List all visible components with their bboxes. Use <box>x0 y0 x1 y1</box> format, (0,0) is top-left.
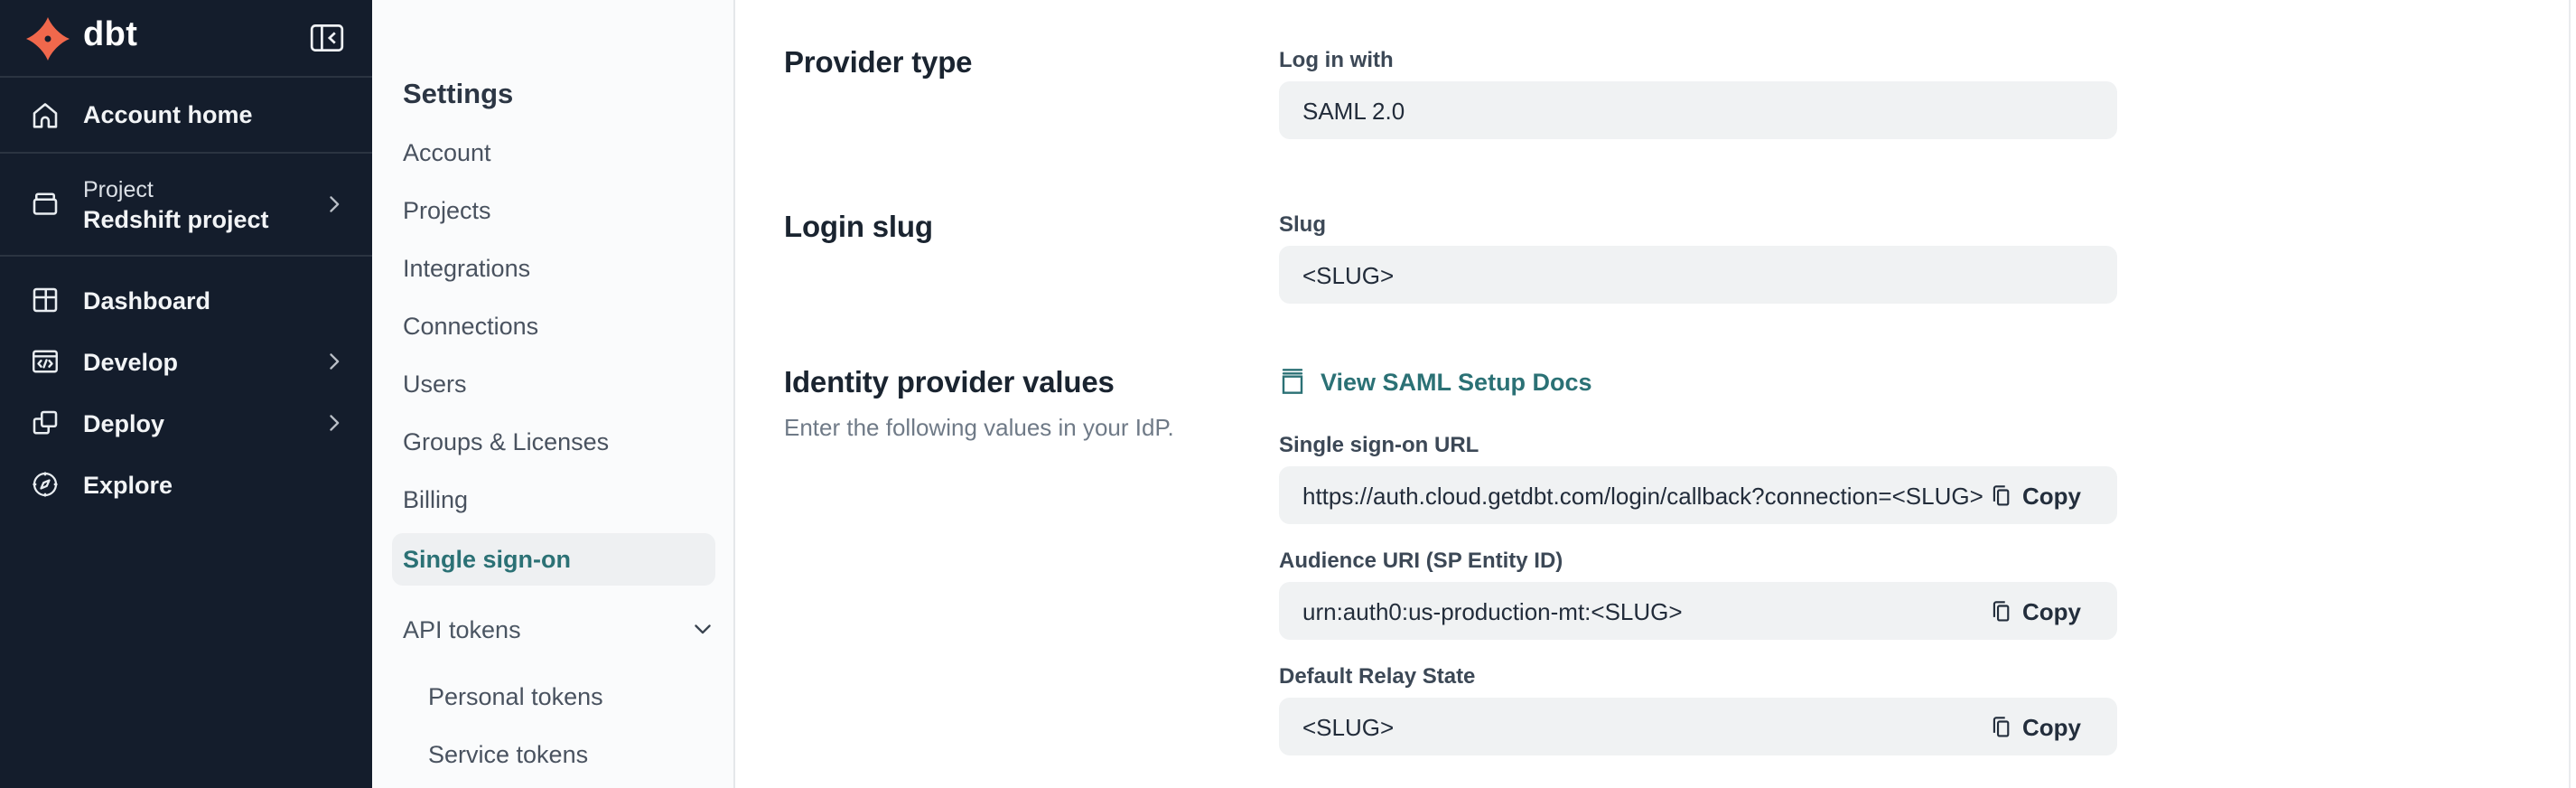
dbt-logo-mark-icon <box>25 15 70 61</box>
api-tokens-label: API tokens <box>403 615 521 643</box>
dbt-logo-word: dbt <box>83 16 137 56</box>
api-tokens-submenu: Personal tokens Service tokens <box>403 658 715 784</box>
settings-item-billing[interactable]: Billing <box>403 472 715 530</box>
field-label: Single sign-on URL <box>1279 432 2117 457</box>
field-label: Slug <box>1279 211 2117 237</box>
default-relay-state-input[interactable]: <SLUG> Copy <box>1279 698 2117 755</box>
copy-label: Copy <box>2022 713 2081 740</box>
field-value: <SLUG> <box>1302 261 2094 288</box>
sidebar-item-label: Account home <box>83 101 253 128</box>
sso-url-field-group: Single sign-on URL https://auth.cloud.ge… <box>1279 432 2117 524</box>
login-with-input[interactable]: SAML 2.0 <box>1279 81 2117 139</box>
field-label: Default Relay State <box>1279 663 2117 689</box>
sidebar-item-account-home[interactable]: Account home <box>0 78 372 154</box>
dashboard-icon <box>29 284 61 316</box>
project-text: Project Redshift project <box>83 176 300 232</box>
settings-title: Settings <box>403 80 715 125</box>
settings-item-api-tokens[interactable]: API tokens <box>403 600 715 658</box>
audience-uri-field-group: Audience URI (SP Entity ID) urn:auth0:us… <box>1279 548 2117 640</box>
settings-item-integrations[interactable]: Integrations <box>403 240 715 298</box>
login-with-field-group: Log in with SAML 2.0 <box>1279 47 2117 139</box>
chevron-down-icon <box>690 616 715 642</box>
app-sidebar: dbt Account home <box>0 0 372 788</box>
chevron-right-icon <box>322 410 347 436</box>
page: dbt Account home <box>0 0 2576 788</box>
project-kicker: Project <box>83 176 300 202</box>
settings-item-service-tokens[interactable]: Service tokens <box>428 727 715 784</box>
sidebar-item-label: Develop <box>83 348 300 375</box>
audience-uri-input[interactable]: urn:auth0:us-production-mt:<SLUG> Copy <box>1279 582 2117 640</box>
docs-icon <box>1279 367 1306 396</box>
settings-item-single-sign-on[interactable]: Single sign-on <box>403 530 715 587</box>
sidebar-item-project[interactable]: Project Redshift project <box>0 154 372 257</box>
settings-item-projects[interactable]: Projects <box>403 183 715 240</box>
copy-button[interactable]: Copy <box>1988 597 2094 624</box>
chevron-right-icon <box>322 349 347 374</box>
sidebar-header: dbt <box>0 0 372 78</box>
copy-icon <box>1988 713 2011 740</box>
section-heading: Provider type <box>784 47 1243 81</box>
field-label: Audience URI (SP Entity ID) <box>1279 548 2117 573</box>
sidebar-item-label: Explore <box>83 471 347 498</box>
sidebar-menu: Dashboard Develop <box>0 257 372 515</box>
sidebar-item-label: Dashboard <box>83 286 347 314</box>
field-value: SAML 2.0 <box>1302 97 2094 124</box>
field-value: https://auth.cloud.getdbt.com/login/call… <box>1302 482 1988 509</box>
copy-label: Copy <box>2022 482 2081 509</box>
active-item-highlight: Single sign-on <box>392 532 715 585</box>
settings-item-users[interactable]: Users <box>403 356 715 414</box>
settings-item-connections[interactable]: Connections <box>403 298 715 356</box>
copy-label: Copy <box>2022 597 2081 624</box>
provider-type-section: Provider type Log in with SAML 2.0 <box>784 47 2117 163</box>
copy-icon <box>1988 597 2011 624</box>
deploy-icon <box>29 407 61 439</box>
field-value: urn:auth0:us-production-mt:<SLUG> <box>1302 597 1988 624</box>
slug-input[interactable]: <SLUG> <box>1279 246 2117 304</box>
project-name: Redshift project <box>83 205 300 232</box>
collapse-sidebar-button[interactable] <box>309 23 345 52</box>
default-relay-state-field-group: Default Relay State <SLUG> Copy <box>1279 663 2117 755</box>
sidebar-item-explore[interactable]: Explore <box>0 454 372 515</box>
view-saml-setup-docs-link[interactable]: View SAML Setup Docs <box>1279 367 2117 396</box>
sidebar-item-dashboard[interactable]: Dashboard <box>0 269 372 331</box>
field-label: Log in with <box>1279 47 2117 72</box>
sidebar-item-develop[interactable]: Develop <box>0 331 372 392</box>
settings-item-personal-tokens[interactable]: Personal tokens <box>428 669 715 727</box>
copy-icon <box>1988 482 2011 509</box>
copy-button[interactable]: Copy <box>1988 482 2094 509</box>
sidebar-item-label: Deploy <box>83 409 300 436</box>
sso-url-input[interactable]: https://auth.cloud.getdbt.com/login/call… <box>1279 466 2117 524</box>
project-icon <box>29 188 61 220</box>
settings-nav: Account Projects Integrations Connection… <box>403 125 715 784</box>
settings-item-account[interactable]: Account <box>403 125 715 183</box>
sidebar-item-deploy[interactable]: Deploy <box>0 392 372 454</box>
section-heading: Identity provider values <box>784 367 1243 401</box>
field-value: <SLUG> <box>1302 713 1988 740</box>
chevron-right-icon <box>322 192 347 217</box>
identity-provider-values-section: Identity provider values Enter the follo… <box>784 367 2117 779</box>
section-description: Enter the following values in your IdP. <box>784 414 1243 441</box>
explore-icon <box>29 468 61 501</box>
dbt-logo[interactable]: dbt <box>25 15 137 61</box>
copy-button[interactable]: Copy <box>1988 713 2094 740</box>
settings-sidebar: Settings Account Projects Integrations C… <box>372 0 735 788</box>
scroll-gutter <box>2569 0 2571 788</box>
settings-item-groups-licenses[interactable]: Groups & Licenses <box>403 414 715 472</box>
develop-icon <box>29 345 61 378</box>
section-heading: Login slug <box>784 211 1243 246</box>
login-slug-section: Login slug Slug <SLUG> <box>784 211 2117 327</box>
link-label: View SAML Setup Docs <box>1321 368 1592 395</box>
slug-field-group: Slug <SLUG> <box>1279 211 2117 304</box>
home-icon <box>29 98 61 131</box>
